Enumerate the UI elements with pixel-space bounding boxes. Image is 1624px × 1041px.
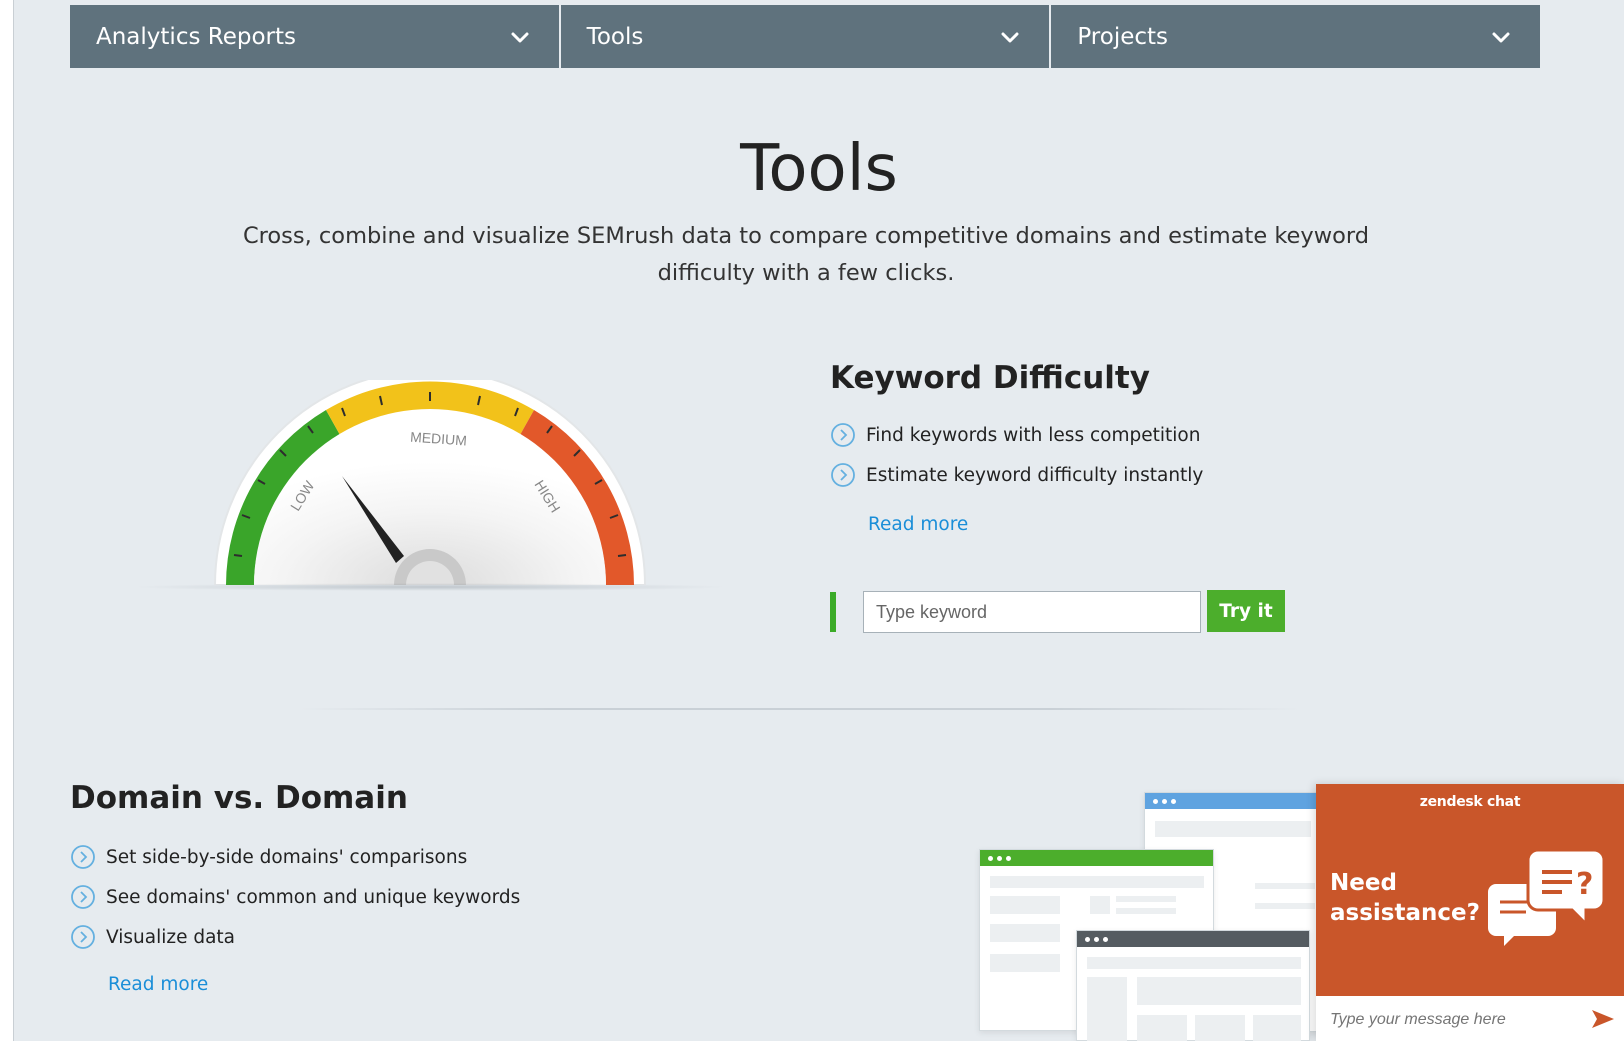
chevron-down-icon — [1492, 32, 1510, 42]
list-item: Set side-by-side domains' comparisons — [70, 844, 467, 870]
list-item: See domains' common and unique keywords — [70, 884, 520, 910]
domain-vs-domain-title: Domain vs. Domain — [70, 780, 408, 816]
bullet-text: Find keywords with less competition — [866, 424, 1201, 446]
chevron-circle-icon — [831, 463, 855, 487]
nav-item-label: Tools — [586, 23, 644, 50]
page-title: Tools — [740, 132, 898, 206]
chat-prompt: Need assistance? — [1330, 870, 1480, 926]
browser-mockup-illustration — [1076, 930, 1310, 1041]
input-accent-bar — [830, 592, 836, 632]
nav-projects[interactable]: Projects — [1051, 5, 1540, 68]
nav-item-label: Projects — [1077, 23, 1169, 50]
chat-brand-logo: zendesk chat — [1419, 794, 1521, 810]
page-subtitle: Cross, combine and visualize SEMrush dat… — [242, 223, 1370, 286]
chat-widget-header[interactable]: zendesk chat Need assistance? ? — [1316, 784, 1624, 996]
chat-message-input[interactable] — [1330, 1006, 1580, 1034]
gauge-shadow — [130, 583, 730, 591]
chat-widget[interactable]: zendesk chat Need assistance? ? — [1316, 784, 1624, 1041]
difficulty-gauge: LOW MEDIUM HIGH — [130, 369, 730, 591]
domain-vs-domain-read-more-link[interactable]: Read more — [108, 974, 208, 995]
chat-bubble-icon: ? — [1488, 848, 1606, 946]
top-nav: Analytics Reports Tools Projects — [70, 5, 1540, 68]
keyword-input[interactable] — [863, 591, 1201, 633]
chevron-down-icon — [1001, 32, 1019, 42]
list-item: Find keywords with less competition — [830, 422, 1200, 448]
section-divider — [300, 708, 1300, 710]
send-icon[interactable] — [1590, 1006, 1616, 1032]
chevron-circle-icon — [71, 885, 95, 909]
try-it-button[interactable]: Try it — [1207, 590, 1285, 632]
bullet-text: Estimate keyword difficulty instantly — [866, 464, 1204, 486]
list-item: Estimate keyword difficulty instantly — [830, 462, 1203, 488]
svg-text:?: ? — [1576, 867, 1593, 902]
list-item: Visualize data — [70, 924, 235, 950]
bullet-text: See domains' common and unique keywords — [106, 886, 521, 908]
bullet-text: Visualize data — [106, 926, 236, 948]
keyword-difficulty-title: Keyword Difficulty — [830, 360, 1150, 396]
chevron-down-icon — [511, 32, 529, 42]
nav-analytics-reports[interactable]: Analytics Reports — [70, 5, 561, 68]
nav-item-label: Analytics Reports — [96, 23, 296, 50]
chevron-circle-icon — [831, 423, 855, 447]
bullet-text: Set side-by-side domains' comparisons — [106, 846, 468, 868]
chevron-circle-icon — [71, 925, 95, 949]
keyword-difficulty-read-more-link[interactable]: Read more — [868, 514, 968, 535]
nav-tools[interactable]: Tools — [561, 5, 1052, 68]
chevron-circle-icon — [71, 845, 95, 869]
gauge-graphic: LOW MEDIUM HIGH — [213, 369, 647, 586]
